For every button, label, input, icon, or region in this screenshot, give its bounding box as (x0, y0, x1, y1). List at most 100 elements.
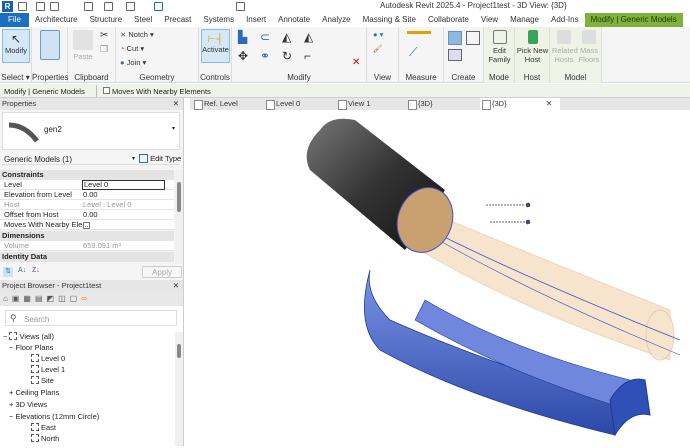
type-selector[interactable]: gen2 ▾ (2, 112, 180, 150)
tab-manage[interactable]: Manage (504, 13, 545, 27)
default-3d-icon[interactable] (236, 2, 245, 11)
tree-item-ceiling-plans[interactable]: + Ceiling Plans (9, 388, 59, 397)
cut-geometry-button[interactable]: ◔ Cut ▾ (120, 44, 144, 53)
tab-modify-generic-models[interactable]: Modify | Generic Models (584, 13, 683, 27)
section-identity-data[interactable]: Identity Data (0, 252, 174, 262)
trim-icon[interactable]: ⌐ (304, 49, 311, 63)
close-tab-icon[interactable]: ✕ (546, 98, 552, 110)
modify-button[interactable]: ↖ Modify (2, 29, 30, 63)
select-label[interactable]: Select ▾ (0, 73, 31, 82)
paint-icon[interactable]: 🖌 (373, 44, 383, 53)
tab-massing-site[interactable]: Massing & Site (357, 13, 422, 27)
undo-icon[interactable] (84, 2, 93, 11)
pick-new-host-button[interactable]: Pick New Host (516, 30, 549, 64)
categorize-icon[interactable]: ⇅ (3, 267, 13, 277)
edit-family-button[interactable]: Edit Family (485, 30, 514, 64)
tab-analyze[interactable]: Analyze (316, 13, 356, 27)
sheets-icon[interactable]: ▦ (23, 294, 35, 303)
join-button[interactable]: ● Join ▾ (120, 58, 146, 67)
paste-button[interactable]: Paste (72, 30, 94, 61)
3d-viewport[interactable] (190, 110, 690, 446)
offset-icon[interactable]: ⊂ (260, 30, 270, 44)
tab-file[interactable]: File (0, 13, 29, 27)
views-icon[interactable]: ▣ (12, 294, 24, 303)
copy-element-icon[interactable]: ⚭ (260, 49, 270, 63)
tab-insert[interactable]: Insert (240, 13, 272, 27)
apply-button[interactable]: Apply (142, 266, 182, 278)
tree-item-level-0[interactable]: Level 0 (31, 354, 65, 363)
create-assembly-icon[interactable] (466, 31, 480, 45)
links-icon[interactable]: ▢ (70, 294, 82, 303)
copy-icon[interactable]: ❐ (100, 44, 108, 55)
close-icon[interactable]: ✕ (173, 280, 179, 292)
home-icon[interactable] (18, 2, 27, 11)
mirror-axis-icon[interactable]: ◭ (282, 30, 291, 44)
tab-precast[interactable]: Precast (158, 13, 197, 27)
tree-item-level-1[interactable]: Level 1 (31, 365, 65, 374)
tree-item-site[interactable]: Site (31, 376, 54, 385)
tree-item-elevations[interactable]: − Elevations (12mm Circle) (9, 412, 99, 421)
override-graphics-icon[interactable]: ● ▾ (373, 30, 383, 39)
schedules-icon[interactable]: ▤ (35, 294, 47, 303)
tab-architecture[interactable]: Architecture (29, 13, 84, 27)
measure-distance-icon[interactable] (407, 31, 431, 37)
print-icon[interactable] (126, 2, 135, 11)
tree-item-north[interactable]: North (31, 434, 59, 443)
tree-item-3d-views[interactable]: + 3D Views (9, 400, 47, 409)
tree-item-views-all[interactable]: − Views (all) (3, 332, 54, 341)
close-icon[interactable]: ✕ (173, 98, 179, 110)
tab-steel[interactable]: Steel (128, 13, 158, 27)
thin-lines-icon[interactable] (154, 2, 163, 11)
properties-scrollbar[interactable] (175, 170, 183, 264)
tab-view[interactable]: View (475, 13, 504, 27)
tab-collaborate[interactable]: Collaborate (422, 13, 475, 27)
tree-item-floor-plans[interactable]: − Floor Plans (9, 343, 53, 352)
mass-floors-button[interactable]: Mass Floors (577, 30, 601, 64)
edit-type-button[interactable]: Edit Type (139, 153, 181, 165)
align-icon[interactable]: ▙ (238, 30, 247, 44)
notch-button[interactable]: ⨯ Notch ▾ (120, 30, 154, 39)
sort-ascending-icon[interactable]: A↓ (18, 267, 26, 274)
mirror-draw-icon[interactable]: ◭ (304, 30, 313, 44)
families-icon[interactable]: ◩ (47, 294, 59, 303)
open-icon[interactable] (36, 2, 45, 11)
create-similar-icon[interactable] (448, 49, 462, 61)
delete-icon[interactable]: ✕ (352, 57, 360, 68)
sort-descending-icon[interactable]: Z↓ (32, 267, 40, 274)
expand-toggle[interactable]: + (9, 400, 13, 409)
activate-button[interactable]: ⊢┤ Activate (201, 29, 230, 63)
rotate-icon[interactable]: ↻ (282, 49, 292, 63)
tab-annotate[interactable]: Annotate (272, 13, 316, 27)
view-tab-ref-level[interactable]: Ref. Level (192, 98, 264, 110)
section-constraints[interactable]: Constraints (0, 170, 174, 180)
tab-structure[interactable]: Structure (84, 13, 128, 27)
level-input[interactable]: Level 0 (82, 180, 165, 190)
groups-icon[interactable]: ◫ (58, 294, 70, 303)
save-icon[interactable] (50, 2, 59, 11)
revit-links-icon[interactable]: ∞ (81, 294, 91, 303)
browser-scrollbar[interactable] (175, 332, 183, 446)
cut-clipboard-icon[interactable]: ✂ (100, 30, 108, 41)
view-tab-3d[interactable]: {3D} (406, 98, 480, 110)
offset-input[interactable]: 0.00 (83, 210, 98, 220)
collapse-toggle[interactable]: − (9, 343, 13, 352)
properties-button[interactable] (40, 30, 60, 62)
browser-home-icon[interactable]: ⌂ (3, 294, 12, 303)
section-dimensions[interactable]: Dimensions (0, 231, 174, 241)
tree-item-east[interactable]: East (31, 423, 56, 432)
tab-add-ins[interactable]: Add-Ins (545, 13, 585, 27)
search-input[interactable]: ⚲ Search (5, 310, 177, 326)
measure-along-icon[interactable]: ⟋ (409, 45, 417, 60)
collapse-toggle[interactable]: − (3, 332, 7, 341)
expand-toggle[interactable]: + (9, 388, 13, 397)
view-tab-3d-active[interactable]: {3D} ✕ (480, 98, 560, 110)
view-tab-view-1[interactable]: View 1 (336, 98, 406, 110)
moves-checkbox[interactable] (83, 222, 90, 229)
redo-icon[interactable] (104, 2, 113, 11)
tab-systems[interactable]: Systems (197, 13, 240, 27)
view-tab-level-0[interactable]: Level 0 (264, 98, 336, 110)
move-icon[interactable]: ✥ (238, 49, 248, 63)
elevation-input[interactable]: 0.00 (83, 190, 98, 200)
revit-logo[interactable]: R (2, 1, 13, 12)
related-hosts-button[interactable]: Related Hosts (552, 30, 578, 64)
